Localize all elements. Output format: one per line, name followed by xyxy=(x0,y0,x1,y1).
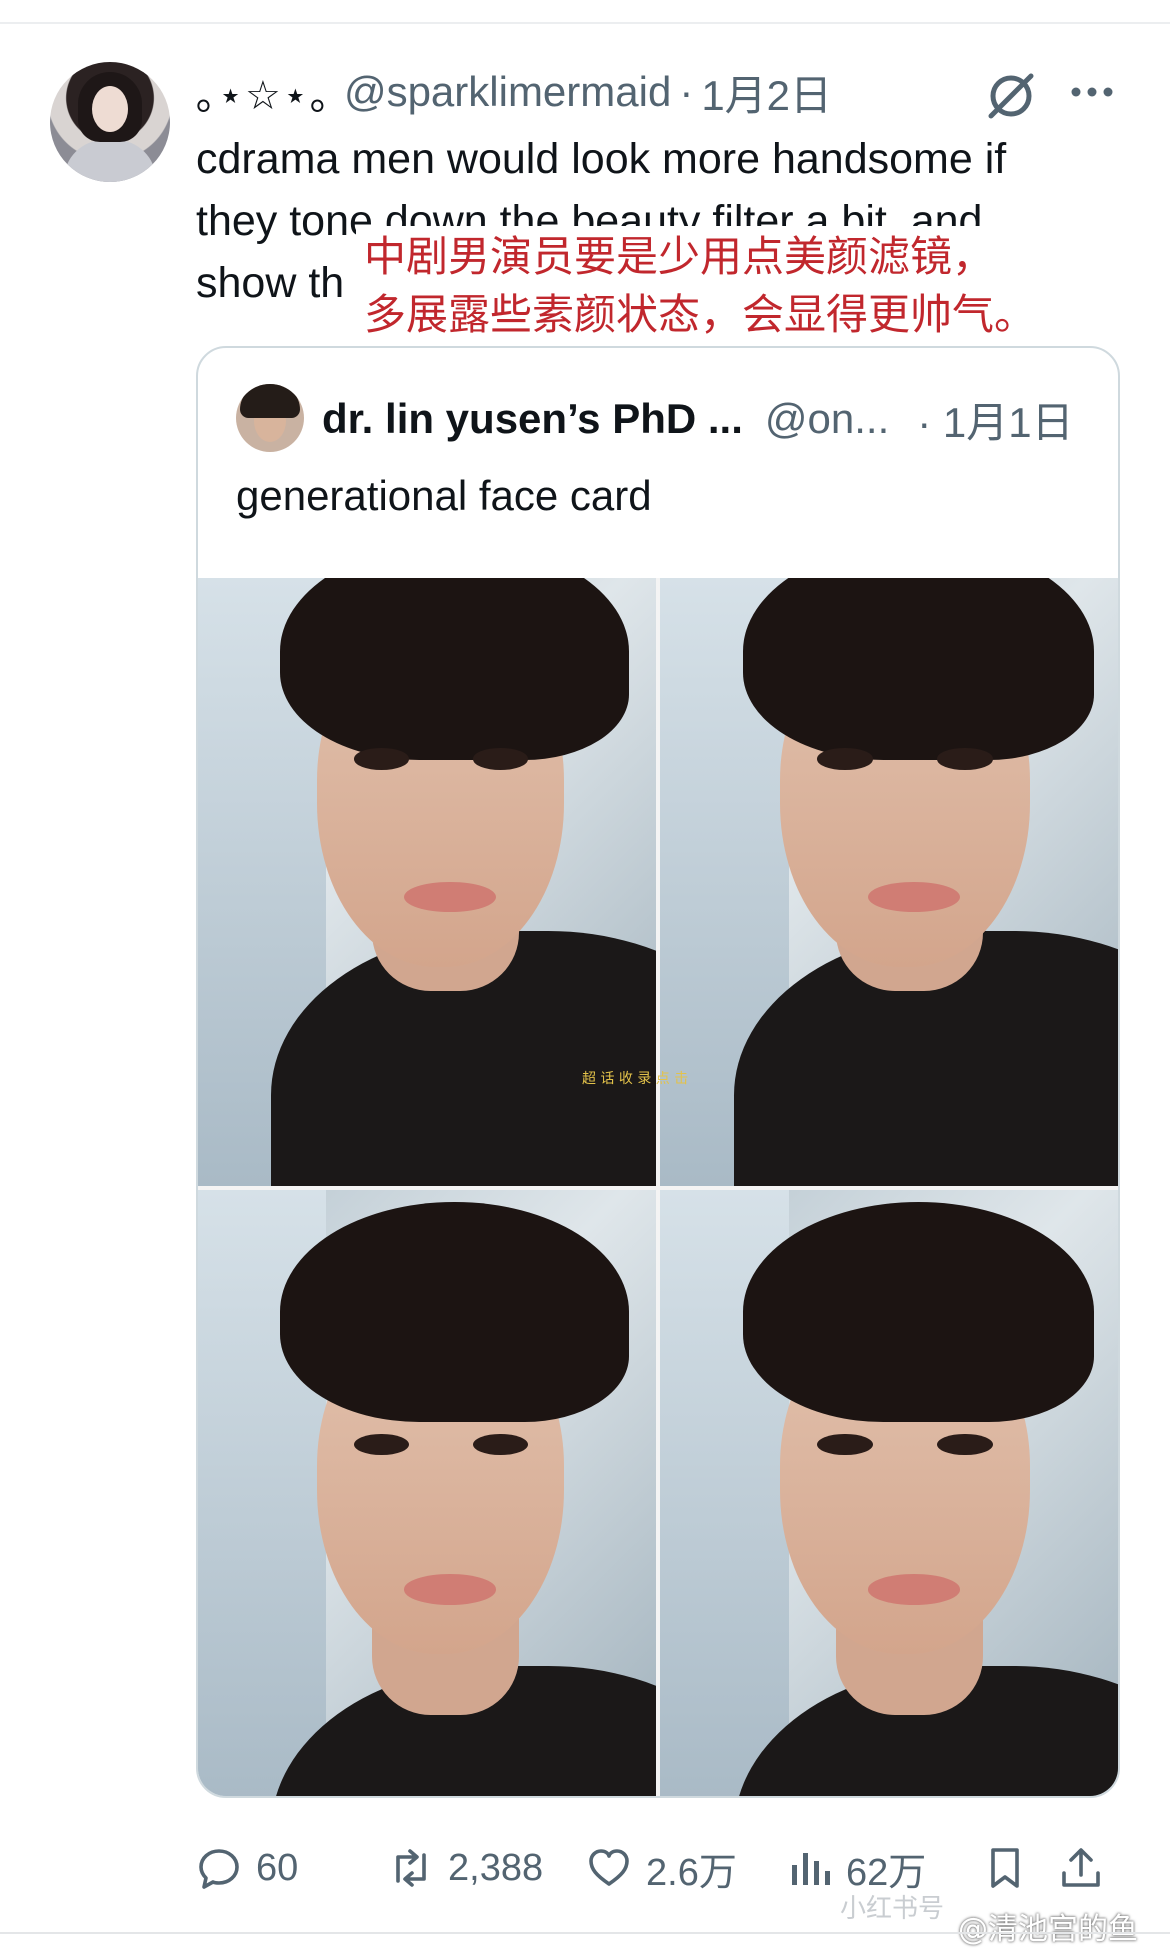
bottom-divider xyxy=(0,1932,1170,1934)
bookmark-button[interactable] xyxy=(982,1840,1042,1896)
tweet-header: ｡⋆☆⋆｡ @sparklimermaid · 1月2日 xyxy=(196,64,832,120)
quoted-author-name[interactable]: dr. lin yusen’s PhD ... xyxy=(322,395,743,443)
action-bar: 60 2,388 2.6万 62万 xyxy=(196,1840,1136,1896)
author-avatar[interactable] xyxy=(50,62,170,182)
photo-tile xyxy=(198,578,656,1186)
reply-icon xyxy=(199,1849,239,1889)
author-handle[interactable]: @sparklimermaid xyxy=(344,68,671,116)
translation-overlay: 中剧男演员要是少用点美颜滤镜， 多展露些素颜状态，会显得更帅气。 xyxy=(356,226,1122,346)
photo-tile xyxy=(660,1190,1118,1796)
tweet-text-line: cdrama men would look more handsome if xyxy=(196,135,1007,183)
quoted-date[interactable]: · 1月1日 xyxy=(917,389,1073,450)
weibo-watermark: @清池宫的鱼 xyxy=(958,1912,1138,1947)
retweet-count: 2,388 xyxy=(448,1846,544,1889)
views-icon xyxy=(792,1853,830,1885)
reply-count: 60 xyxy=(256,1846,299,1889)
header-separator: · xyxy=(679,68,694,115)
translation-line: 中剧男演员要是少用点美颜滤镜， xyxy=(364,232,995,281)
author-display-name[interactable]: ｡⋆☆⋆｡ xyxy=(196,63,332,121)
photo-tile xyxy=(198,1190,656,1796)
top-divider xyxy=(0,22,1170,24)
share-button[interactable] xyxy=(1058,1840,1118,1896)
more-icon[interactable] xyxy=(1068,78,1116,106)
retweet-icon xyxy=(396,1849,426,1887)
quoted-text: generational face card xyxy=(236,472,652,519)
quoted-tweet-card[interactable]: dr. lin yusen’s PhD ... @on... · 1月1日 ge… xyxy=(196,346,1120,1798)
retweet-button[interactable]: 2,388 xyxy=(388,1840,543,1896)
xiaohongshu-watermark: 小红书号 xyxy=(840,1894,945,1924)
like-button[interactable]: 2.6万 xyxy=(586,1840,737,1896)
tweet-date[interactable]: 1月2日 xyxy=(701,62,832,123)
quoted-author-handle[interactable]: @on... xyxy=(765,395,889,443)
bookmark-icon xyxy=(991,1848,1019,1888)
like-icon xyxy=(589,1849,629,1886)
quoted-photo-grid[interactable]: 超 话 收 录 点 击 xyxy=(198,578,1118,1796)
translation-line: 多展露些素颜状态，会显得更帅气。 xyxy=(364,290,1037,339)
like-count: 2.6万 xyxy=(646,1851,737,1894)
quoted-header: dr. lin yusen’s PhD ... @on... · 1月1日 xyxy=(322,386,1074,452)
photo-tile xyxy=(660,578,1118,1186)
reply-button[interactable]: 60 xyxy=(196,1840,298,1896)
share-icon xyxy=(1062,1848,1100,1887)
grok-icon[interactable] xyxy=(985,70,1037,122)
image-watermark: 超 话 收 录 点 击 xyxy=(582,1071,689,1087)
quoted-author-avatar[interactable] xyxy=(236,384,304,452)
